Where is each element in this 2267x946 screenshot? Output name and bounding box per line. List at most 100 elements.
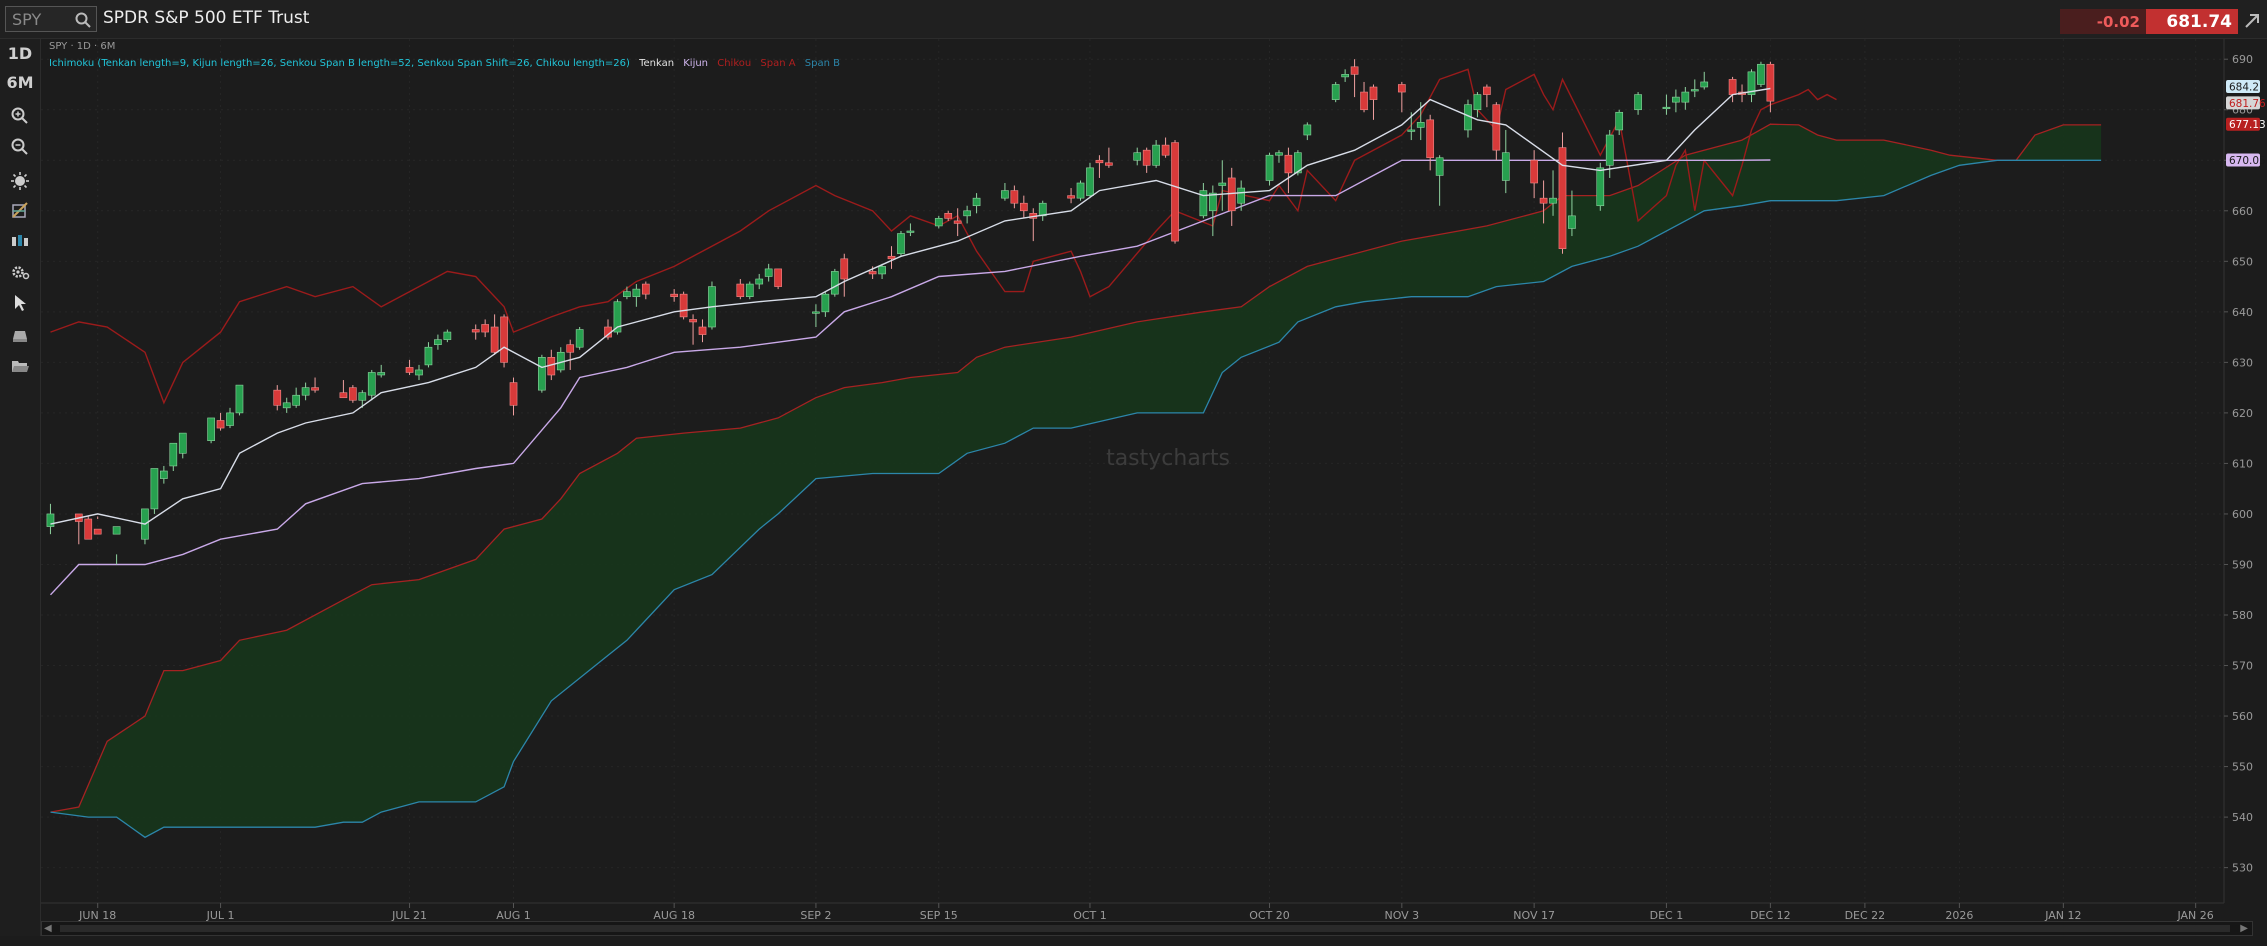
candle (897, 231, 905, 257)
candle-body (226, 412, 234, 426)
candle-body (367, 372, 376, 396)
candle-body (377, 372, 386, 376)
candle-body (575, 329, 584, 348)
candle (575, 327, 584, 350)
candle-body (339, 392, 348, 399)
price-tag-value: 684.21 (2229, 81, 2266, 93)
scroll-thumb[interactable] (60, 925, 2230, 932)
candle-body (566, 344, 575, 353)
price-tag-span-a: 677.13 (2226, 117, 2266, 131)
candle-body (216, 420, 225, 429)
candle-body (1331, 84, 1340, 100)
candle-body (641, 283, 650, 295)
y-tick-label: 590 (2232, 558, 2253, 571)
candle-body (698, 326, 707, 335)
candle (500, 314, 508, 368)
candle (235, 384, 244, 416)
candle-body (679, 293, 688, 318)
candle-body (1341, 74, 1349, 78)
candle (1171, 140, 1179, 244)
candle-body (1171, 142, 1179, 242)
chart-watermark: tastycharts (1106, 446, 1230, 471)
candle-body (349, 387, 357, 401)
candle-body (1501, 152, 1510, 181)
candle-body (830, 271, 839, 295)
candle (1086, 162, 1094, 199)
y-tick-label: 620 (2232, 407, 2253, 420)
candle-body (415, 369, 423, 376)
indicator-legend[interactable]: Ichimoku (Tenkan length=9, Kijun length=… (49, 58, 840, 69)
legend-chikou: Chikou (717, 58, 751, 69)
x-axis-ticks: JUN 18 JUL 1 JUL 21 AUG 1 AUG 18 SEP 2 SEP 15 O… (78, 903, 2214, 922)
legend-span-a: Span A (760, 58, 795, 69)
candle-body (1483, 86, 1491, 95)
candle-body (1426, 119, 1435, 159)
chart-area[interactable]: tastycharts 530 540 550 560 570 580 590 600 610 6… (0, 0, 2267, 946)
candle-body (764, 268, 773, 277)
candle-body (1142, 149, 1151, 166)
candle-body (434, 339, 442, 345)
candle-body (1360, 91, 1368, 111)
candle-body (1700, 81, 1709, 88)
candle-body (963, 210, 971, 217)
candle (1757, 61, 1765, 87)
y-tick-label: 660 (2232, 205, 2253, 218)
candle (150, 468, 159, 514)
candle-body (1435, 157, 1444, 176)
chart-label: SPY · 1D · 6M (49, 41, 115, 52)
candle-body (1010, 190, 1019, 204)
candle-body (1067, 195, 1075, 199)
candle-body (868, 271, 877, 275)
candle (1558, 132, 1567, 254)
candle-body (897, 233, 905, 255)
candle-body (934, 218, 943, 227)
candle-body (292, 394, 300, 406)
candle-body (1152, 144, 1160, 166)
candle (1076, 180, 1085, 201)
candle-body (1681, 91, 1690, 103)
candle-body (1265, 154, 1274, 181)
y-tick-label: 640 (2232, 306, 2253, 319)
time-scrollbar[interactable]: ◀ ▶ (41, 921, 2253, 936)
y-tick-label: 690 (2232, 53, 2253, 66)
candle-body (1133, 152, 1142, 161)
legend-tenkan: Tenkan (638, 58, 674, 69)
candle-body (887, 255, 896, 260)
candle-body (424, 346, 433, 366)
candle-body (490, 326, 499, 353)
candle-body (311, 387, 319, 391)
candle-body (755, 278, 764, 285)
price-tag-value: 670.05 (2229, 155, 2266, 167)
candle (1265, 152, 1274, 186)
scroll-right-icon[interactable]: ▶ (2240, 923, 2248, 934)
y-tick-label: 530 (2232, 862, 2253, 875)
candle-body (1757, 63, 1765, 85)
candle (708, 281, 716, 330)
candle (538, 354, 546, 393)
candle (207, 417, 215, 444)
candle (1331, 81, 1340, 103)
candle-body (160, 470, 168, 479)
scroll-left-icon[interactable]: ◀ (44, 923, 52, 934)
candle-body (812, 311, 820, 314)
candle-body (112, 526, 121, 535)
candle-body (235, 384, 244, 414)
candle-body (1672, 96, 1680, 103)
candle-body (538, 357, 546, 391)
candle-body (1766, 63, 1775, 102)
candle-body (736, 283, 745, 297)
candle-body (1161, 144, 1170, 156)
price-tag-kijun: 670.05 (2226, 153, 2266, 167)
candle-body (1076, 182, 1085, 199)
candle-body (443, 331, 452, 340)
candle-body (1275, 152, 1283, 156)
candle-body (1596, 167, 1605, 207)
candle-body (1019, 202, 1028, 212)
candle-body (150, 468, 159, 510)
candle-body (840, 258, 849, 280)
price-tag-tenkan: 684.21 (2226, 79, 2266, 93)
candle-body (632, 288, 641, 297)
candle-body (500, 316, 508, 363)
candle-body (670, 293, 679, 297)
candle-body (1530, 159, 1538, 184)
